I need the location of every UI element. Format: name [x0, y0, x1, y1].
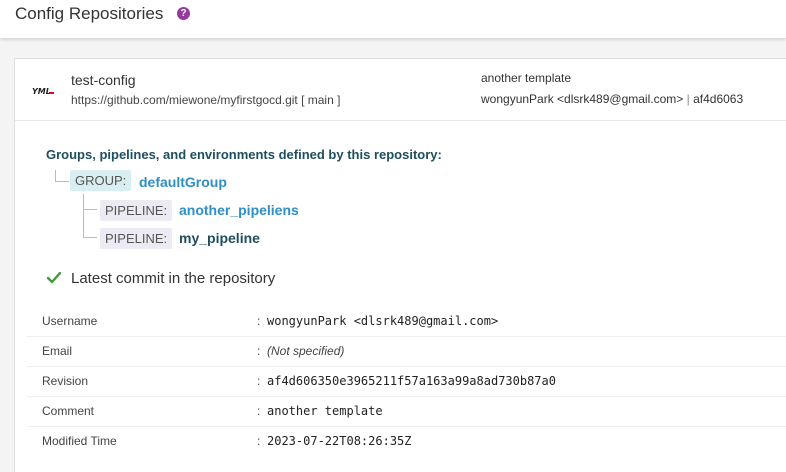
- detail-row-comment: Comment : another template: [27, 397, 786, 427]
- repo-url: https://github.com/miewone/myfirstgocd.g…: [71, 93, 341, 107]
- detail-value-revision: af4d606350e3965211f57a163a99a8ad730b87a0: [267, 374, 556, 388]
- detail-row-username: Username : wongyunPark <dlsrk489@gmail.c…: [27, 307, 786, 337]
- last-commit-info: wongyunPark <dlsrk489@gmail.com> | af4d6…: [481, 92, 743, 106]
- detail-label: Revision: [42, 374, 89, 388]
- detail-value-email: (Not specified): [267, 344, 345, 358]
- detail-colon: :: [257, 314, 261, 328]
- last-commit-short-revision: af4d6063: [693, 92, 744, 106]
- repo-card-header[interactable]: YML test-config https://github.com/miewo…: [15, 59, 786, 121]
- detail-row-revision: Revision : af4d606350e3965211f57a163a99a…: [27, 367, 786, 397]
- detail-colon: :: [257, 434, 261, 448]
- separator: |: [686, 92, 690, 106]
- detail-label: Username: [42, 314, 98, 328]
- pipeline-tag: PIPELINE:: [100, 200, 173, 221]
- latest-commit-heading: Latest commit in the repository: [71, 270, 276, 287]
- detail-label: Email: [42, 344, 73, 358]
- definitions-heading: Groups, pipelines, and environments defi…: [46, 147, 442, 162]
- tree-connector-pipeline-1: [83, 194, 97, 210]
- detail-label: Comment: [42, 404, 95, 418]
- detail-row-modified-time: Modified Time : 2023-07-22T08:26:35Z: [27, 427, 786, 457]
- help-icon[interactable]: ?: [177, 7, 190, 20]
- pipeline-tag: PIPELINE:: [100, 228, 173, 249]
- group-link-defaultgroup[interactable]: defaultGroup: [139, 174, 227, 190]
- detail-value-comment: another template: [267, 404, 383, 418]
- last-commit-message: another template: [481, 71, 572, 85]
- detail-colon: :: [257, 404, 261, 418]
- detail-colon: :: [257, 344, 261, 358]
- group-tag: GROUP:: [70, 170, 132, 191]
- tree-connector-group: [55, 170, 69, 182]
- pipeline-link-another-pipeliens[interactable]: another_pipeliens: [179, 202, 299, 218]
- detail-label: Modified Time: [42, 434, 117, 448]
- page-title: Config Repositories: [15, 4, 164, 23]
- tree-connector-pipeline-2: [83, 210, 97, 238]
- yaml-plugin-icon: YML: [32, 87, 54, 96]
- detail-row-email: Email : (Not specified): [27, 337, 786, 367]
- check-icon: [47, 272, 61, 284]
- detail-colon: :: [257, 374, 261, 388]
- pipeline-link-my-pipeline[interactable]: my_pipeline: [179, 230, 260, 246]
- yaml-logo-text: YML: [32, 87, 51, 96]
- repo-name: test-config: [71, 72, 136, 88]
- config-repo-card: YML test-config https://github.com/miewo…: [14, 58, 786, 472]
- detail-value-modified-time: 2023-07-22T08:26:35Z: [267, 434, 412, 448]
- last-commit-author: wongyunPark <dlsrk489@gmail.com>: [481, 92, 684, 106]
- page-header: Config Repositories ?: [0, 0, 786, 38]
- detail-value-username: wongyunPark <dlsrk489@gmail.com>: [267, 314, 499, 328]
